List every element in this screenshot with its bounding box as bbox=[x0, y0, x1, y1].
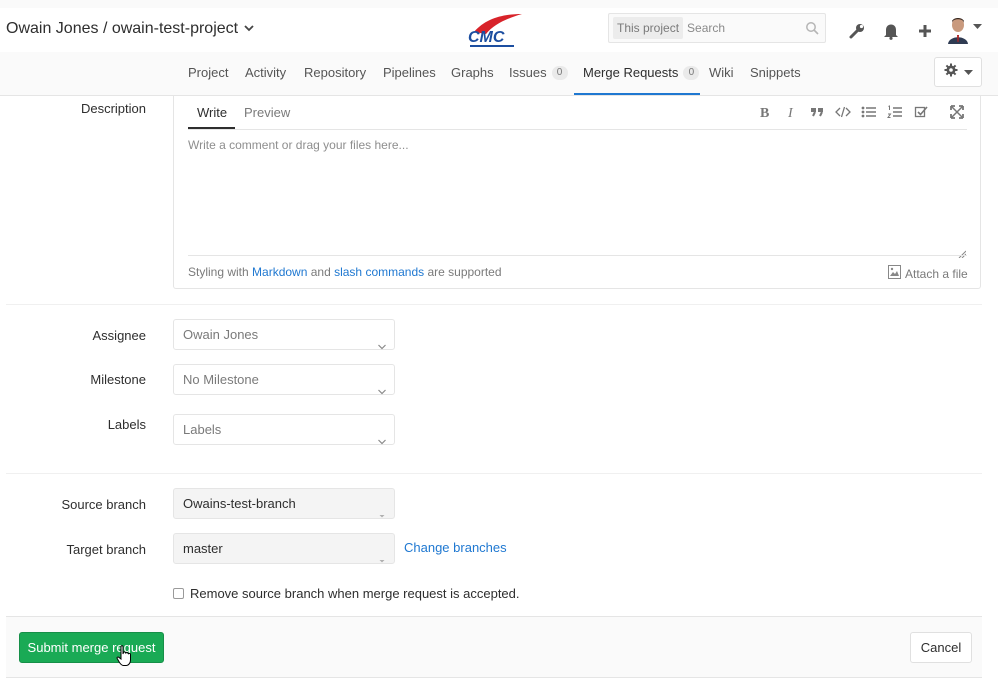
header-bar: Owain Jones / owain-test-project CMC Thi… bbox=[0, 8, 998, 52]
tab-preview[interactable]: Preview bbox=[244, 105, 290, 120]
project-settings-button[interactable] bbox=[934, 57, 982, 87]
form-actions: Submit merge request Cancel bbox=[6, 616, 982, 678]
logo-text: CMC bbox=[468, 29, 505, 46]
chevron-down-icon bbox=[378, 426, 386, 445]
chevron-down-icon bbox=[378, 376, 386, 395]
markdown-hint: Styling with Markdown and slash commands… bbox=[188, 265, 502, 279]
bullet-list-icon[interactable] bbox=[861, 104, 877, 120]
project-title-dropdown[interactable]: Owain Jones / owain-test-project bbox=[6, 20, 254, 38]
target-branch-select[interactable]: master bbox=[173, 533, 395, 564]
chevron-down-icon bbox=[963, 63, 973, 81]
gear-icon bbox=[944, 63, 958, 82]
wrench-icon[interactable] bbox=[846, 20, 868, 42]
labels-select[interactable]: Labels bbox=[173, 414, 395, 445]
description-label: Description bbox=[80, 101, 146, 116]
source-branch-select[interactable]: Owains-test-branch bbox=[173, 488, 395, 519]
caret-down-icon bbox=[378, 500, 386, 518]
search-scope-badge[interactable]: This project bbox=[613, 17, 684, 39]
nav-snippets[interactable]: Snippets bbox=[750, 65, 801, 80]
slash-commands-link[interactable]: slash commands bbox=[334, 265, 424, 279]
labels-label: Labels bbox=[107, 417, 146, 432]
nav-merge-requests[interactable]: Merge Requests 0 bbox=[583, 65, 700, 80]
search-box[interactable]: This project bbox=[608, 13, 826, 43]
bold-icon[interactable]: B bbox=[757, 104, 773, 120]
section-divider bbox=[6, 473, 982, 474]
task-list-icon[interactable] bbox=[913, 104, 929, 120]
nav-issues[interactable]: Issues 0 bbox=[509, 65, 568, 80]
nav-repository[interactable]: Repository bbox=[304, 65, 366, 80]
search-icon[interactable] bbox=[805, 21, 819, 35]
numbered-list-icon[interactable] bbox=[887, 104, 903, 120]
merge-requests-count-badge: 0 bbox=[683, 65, 700, 80]
fullscreen-icon[interactable] bbox=[949, 104, 965, 120]
write-tab-indicator bbox=[188, 127, 235, 129]
top-header: Owain Jones / owain-test-project CMC Thi… bbox=[0, 0, 998, 96]
submit-merge-request-button[interactable]: Submit merge request bbox=[19, 632, 164, 663]
plus-icon[interactable] bbox=[914, 20, 936, 42]
nav-activity[interactable]: Activity bbox=[245, 65, 286, 80]
user-avatar[interactable] bbox=[946, 16, 970, 44]
issues-count-badge: 0 bbox=[551, 65, 568, 80]
image-file-icon bbox=[888, 265, 901, 282]
chevron-down-icon bbox=[378, 331, 386, 350]
avatar-chevron-down-icon[interactable] bbox=[973, 22, 982, 33]
svg-text:B: B bbox=[760, 106, 769, 119]
hand-cursor-icon bbox=[116, 645, 132, 667]
nav-graphs[interactable]: Graphs bbox=[451, 65, 494, 80]
chevron-down-icon bbox=[244, 23, 254, 35]
milestone-select[interactable]: No Milestone bbox=[173, 364, 395, 395]
nav-project[interactable]: Project bbox=[188, 65, 228, 80]
assignee-select[interactable]: Owain Jones bbox=[173, 319, 395, 350]
section-divider bbox=[6, 304, 982, 305]
code-icon[interactable] bbox=[835, 104, 851, 120]
milestone-label: Milestone bbox=[90, 372, 146, 387]
svg-text:I: I bbox=[787, 106, 794, 119]
nav-wiki[interactable]: Wiki bbox=[709, 65, 734, 80]
italic-icon[interactable]: I bbox=[783, 104, 799, 120]
target-branch-label: Target branch bbox=[66, 542, 147, 557]
description-textarea[interactable] bbox=[188, 138, 967, 254]
remove-source-branch-option[interactable]: Remove source branch when merge request … bbox=[173, 586, 520, 601]
source-branch-label: Source branch bbox=[61, 497, 146, 512]
project-title-text: Owain Jones / owain-test-project bbox=[6, 20, 239, 37]
company-logo[interactable]: CMC bbox=[464, 12, 524, 50]
nav-pipelines[interactable]: Pipelines bbox=[383, 65, 436, 80]
markdown-link[interactable]: Markdown bbox=[252, 265, 307, 279]
tab-write[interactable]: Write bbox=[197, 105, 227, 120]
quote-icon[interactable] bbox=[809, 104, 825, 120]
bell-icon[interactable] bbox=[880, 20, 902, 42]
resize-handle-icon[interactable] bbox=[958, 245, 967, 259]
project-nav: Project Activity Repository Pipelines Gr… bbox=[0, 52, 998, 96]
nav-active-indicator bbox=[574, 93, 700, 95]
remove-source-branch-label: Remove source branch when merge request … bbox=[190, 586, 520, 601]
cancel-button[interactable]: Cancel bbox=[910, 632, 972, 663]
change-branches-link[interactable]: Change branches bbox=[404, 540, 507, 555]
attach-file-button[interactable]: Attach a file bbox=[888, 265, 968, 282]
remove-source-branch-checkbox[interactable] bbox=[173, 588, 184, 599]
search-input[interactable] bbox=[687, 21, 798, 35]
caret-down-icon bbox=[378, 545, 386, 563]
assignee-label: Assignee bbox=[92, 328, 146, 343]
editor-footer-divider bbox=[188, 255, 967, 256]
